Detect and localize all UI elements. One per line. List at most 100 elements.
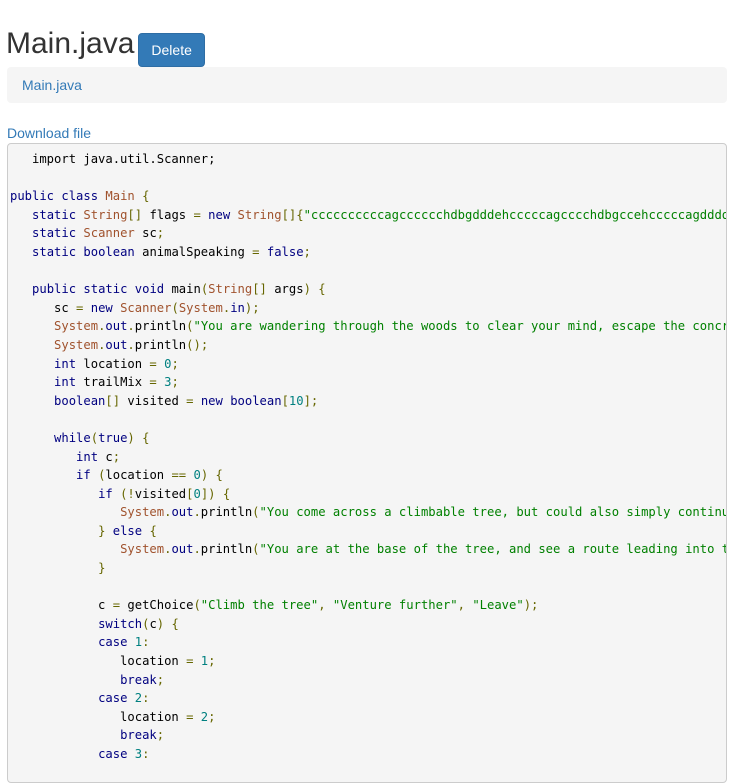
code-token: static bbox=[32, 244, 77, 259]
breadcrumb-item-main-java[interactable]: Main.java bbox=[22, 77, 82, 93]
code-line: c = getChoice("Climb the tree", "Venture… bbox=[10, 596, 726, 615]
code-token: ; bbox=[156, 728, 165, 743]
code-token: System bbox=[120, 505, 165, 520]
code-line: break; bbox=[10, 726, 726, 745]
code-token: . bbox=[193, 505, 201, 520]
code-token: = bbox=[112, 598, 121, 613]
code-line: int trailMix = 3; bbox=[10, 373, 726, 392]
code-token: ( bbox=[171, 300, 179, 315]
code-line: System.out.println("You are at the base … bbox=[10, 540, 726, 559]
code-token: boolean bbox=[54, 393, 106, 408]
code-token: ; bbox=[171, 356, 179, 371]
code-token: static bbox=[83, 282, 128, 297]
code-token: else bbox=[112, 523, 143, 538]
code-line: System.out.println("You come across a cl… bbox=[10, 503, 726, 522]
code-token: 2 bbox=[134, 691, 143, 706]
code-token: boolean bbox=[83, 244, 135, 259]
code-token: . bbox=[127, 337, 135, 352]
code-token: trailMix bbox=[76, 375, 150, 390]
code-token: new bbox=[90, 300, 113, 315]
code-line: public class Main { bbox=[10, 187, 726, 206]
code-token: "You are at the base of the tree, and se… bbox=[259, 542, 727, 557]
code-token: new bbox=[200, 393, 223, 408]
code-token: ]) bbox=[200, 486, 216, 501]
code-token: if bbox=[98, 486, 113, 501]
code-line: while(true) { bbox=[10, 429, 726, 448]
code-token: new bbox=[208, 207, 231, 222]
code-token: ; bbox=[112, 449, 121, 464]
code-token: { bbox=[149, 523, 157, 538]
code-token: 1 bbox=[134, 635, 143, 650]
code-token: [ bbox=[281, 393, 289, 408]
code-token: ; bbox=[156, 226, 165, 241]
code-token: static bbox=[32, 207, 77, 222]
code-token: (! bbox=[120, 486, 135, 501]
code-token: c bbox=[149, 616, 157, 631]
code-token: ); bbox=[523, 598, 539, 613]
code-token: public bbox=[10, 189, 55, 204]
code-token: class bbox=[61, 189, 99, 204]
code-token: [] bbox=[252, 282, 267, 297]
page-title: Main.java bbox=[6, 27, 135, 60]
code-token: (); bbox=[186, 337, 209, 352]
code-line: static String[] flags = new String[]{"cc… bbox=[10, 206, 726, 225]
code-token: switch bbox=[98, 616, 143, 631]
code-line: } bbox=[10, 559, 726, 578]
code-token: visited bbox=[120, 393, 187, 408]
page-header: Main.java Delete bbox=[6, 25, 205, 67]
code-token: ); bbox=[244, 300, 260, 315]
code-token: "ccccccccccagcccccchdbgdddehcccccagcccch… bbox=[303, 207, 727, 222]
code-token: while bbox=[54, 430, 91, 445]
code-token: ( bbox=[193, 598, 201, 613]
code-token: { bbox=[215, 468, 223, 483]
delete-button[interactable]: Delete bbox=[138, 33, 205, 67]
code-line: int c; bbox=[10, 448, 726, 467]
code-token: int bbox=[54, 356, 77, 371]
download-file-link[interactable]: Download file bbox=[7, 124, 91, 142]
code-token: c bbox=[98, 449, 113, 464]
code-token: location bbox=[10, 709, 187, 724]
code-token: System bbox=[54, 337, 99, 352]
code-token: true bbox=[98, 430, 128, 445]
code-token: ; bbox=[156, 672, 165, 687]
code-token: void bbox=[134, 282, 165, 297]
code-token: args bbox=[266, 282, 304, 297]
code-token: "Leave" bbox=[472, 598, 524, 613]
breadcrumb: Main.java bbox=[7, 67, 727, 103]
code-token: { bbox=[171, 616, 179, 631]
code-token: { bbox=[142, 430, 150, 445]
source-code: import java.util.Scanner; public class M… bbox=[8, 144, 726, 764]
code-token: out bbox=[105, 319, 128, 334]
code-line: case 2: bbox=[10, 689, 726, 708]
code-token: "You come across a climbable tree, but c… bbox=[259, 505, 727, 520]
code-token: println bbox=[200, 505, 253, 520]
code-token: public bbox=[32, 282, 77, 297]
code-token: { bbox=[318, 282, 326, 297]
code-token: ) bbox=[127, 430, 135, 445]
code-line: case 1: bbox=[10, 633, 726, 652]
code-token: String bbox=[208, 282, 253, 297]
code-token: ( bbox=[252, 542, 260, 557]
code-token: sc bbox=[10, 300, 77, 315]
code-token: sc bbox=[134, 226, 157, 241]
code-token: { bbox=[222, 486, 231, 501]
code-line: sc = new Scanner(System.in); bbox=[10, 299, 726, 318]
code-token: location bbox=[76, 356, 150, 371]
code-token: 10 bbox=[288, 393, 304, 408]
